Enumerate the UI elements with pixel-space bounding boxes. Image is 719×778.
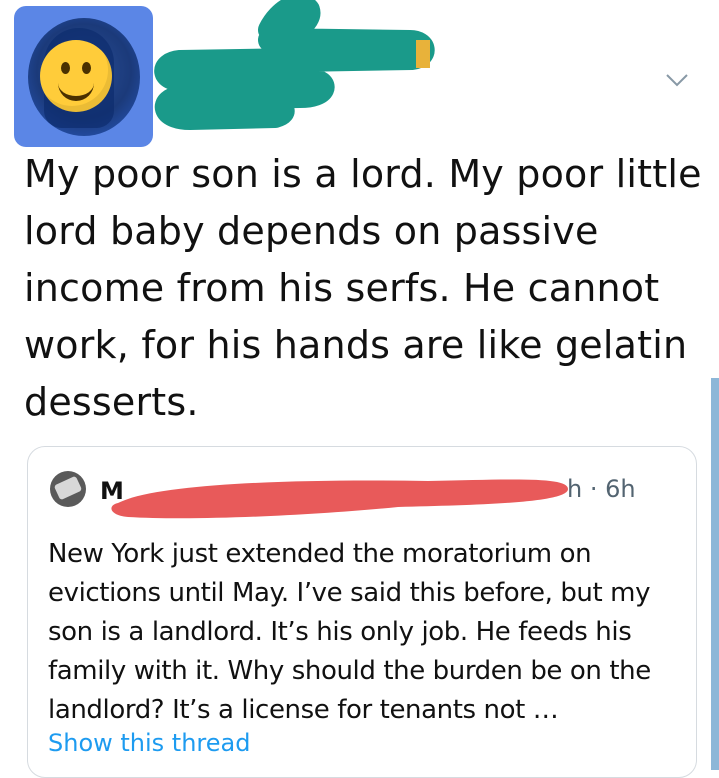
quoted-author-avatar[interactable]	[50, 471, 86, 507]
smiley-eye-right	[82, 62, 91, 74]
author-avatar[interactable]	[14, 6, 153, 147]
quoted-tweet-text: New York just extended the moratorium on…	[48, 539, 651, 725]
smiley-face-icon	[40, 40, 112, 112]
tweet: My poor son is a lord. My poor little lo…	[0, 0, 719, 778]
smiley-eye-left	[61, 62, 70, 74]
tweet-text: My poor son is a lord. My poor little lo…	[24, 152, 702, 424]
show-thread-link[interactable]: Show this thread	[48, 729, 250, 757]
smiley-mouth	[58, 78, 94, 101]
author-name-redaction	[154, 0, 435, 130]
quoted-tweet[interactable]: M h · 6h New York just extended the mora…	[27, 446, 697, 778]
chevron-down-icon[interactable]	[663, 70, 691, 90]
scrollbar[interactable]	[711, 378, 719, 770]
quoted-timestamp: h · 6h	[567, 475, 636, 503]
quoted-name-redaction	[111, 479, 568, 519]
